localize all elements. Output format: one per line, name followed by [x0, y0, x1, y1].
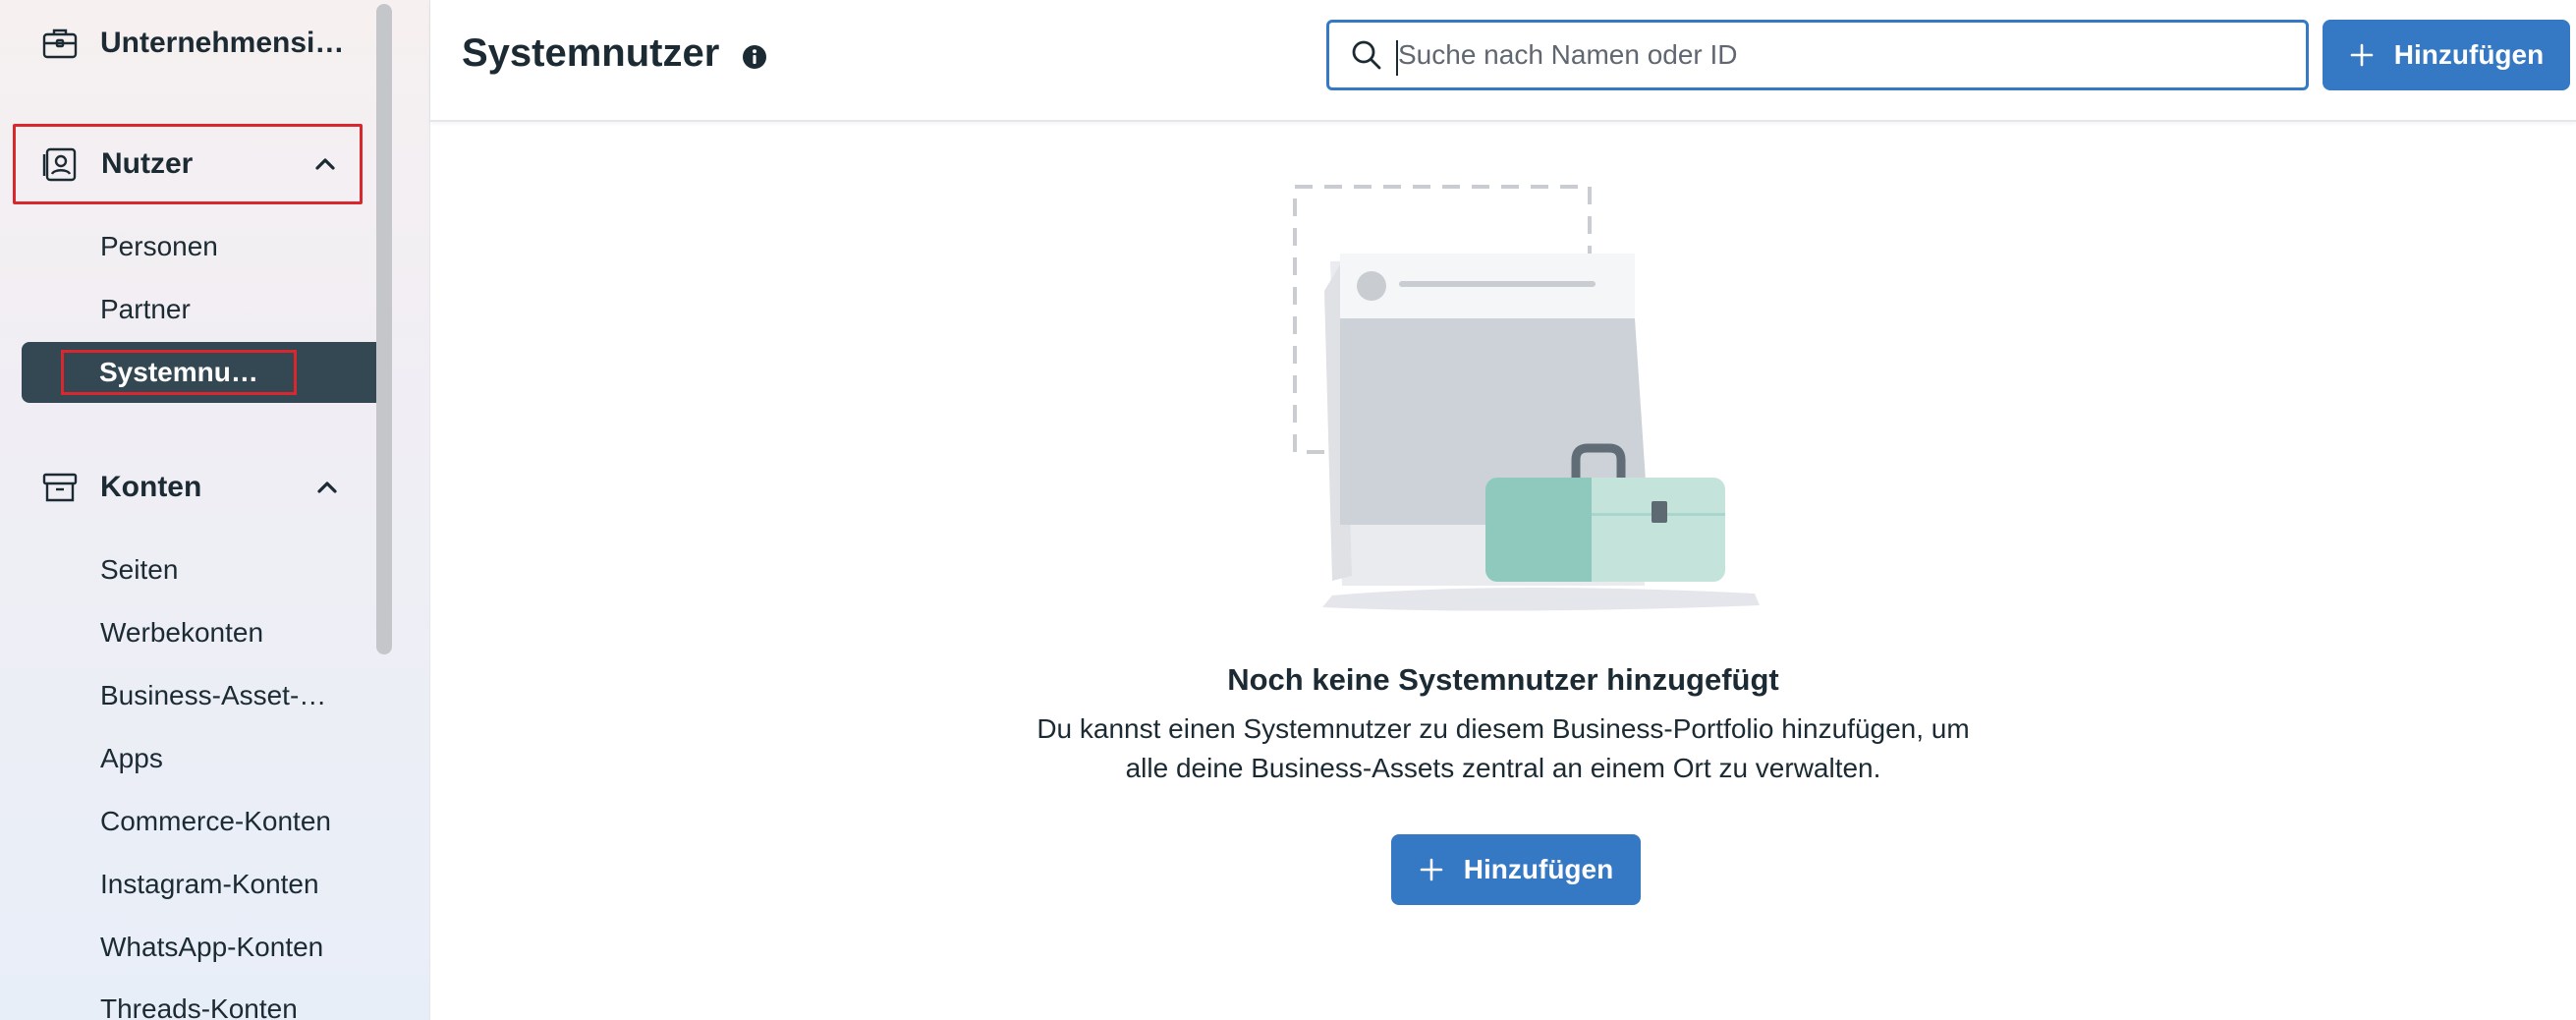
sidebar-section-company[interactable]: Unternehmensi… [14, 4, 362, 83]
id-badge-icon [40, 143, 82, 185]
sidebar-item-werbekonten[interactable]: Werbekonten [22, 602, 383, 663]
sidebar-item-label: Instagram-Konten [100, 869, 319, 899]
sidebar-item-apps[interactable]: Apps [22, 728, 383, 789]
sidebar-item-instagram-konten[interactable]: Instagram-Konten [22, 854, 383, 915]
add-button-label: Hinzufügen [2393, 39, 2545, 70]
sidebar-item-commerce-konten[interactable]: Commerce-Konten [22, 791, 383, 852]
archive-box-icon [39, 467, 81, 508]
sidebar-item-label: Partner [100, 294, 191, 324]
empty-state-illustration [1293, 185, 1760, 611]
sidebar-section-users[interactable]: Nutzer [13, 124, 363, 204]
empty-state-add-label: Hinzufügen [1463, 854, 1614, 884]
sidebar-section-accounts-label: Konten [100, 471, 202, 503]
sidebar-section-accounts[interactable]: Konten [14, 448, 362, 527]
empty-state-description: Du kannst einen Systemnutzer zu diesem B… [1036, 713, 1970, 783]
sidebar-item-personen[interactable]: Personen [22, 216, 383, 277]
sidebar-item-label: Business-Asset-… [100, 680, 327, 710]
sidebar-item-systemnutzer[interactable]: Systemnutzer [22, 342, 383, 403]
sidebar-item-label: Systemnutzer [61, 350, 297, 395]
sidebar-item-label: Personen [100, 231, 218, 261]
sidebar-item-whatsapp-konten[interactable]: WhatsApp-Konten [22, 917, 383, 978]
sidebar: Unternehmensi… Nutzer Personen Partner S… [0, 0, 430, 1020]
sidebar-section-users-label: Nutzer [101, 147, 194, 180]
chevron-up-icon[interactable] [310, 149, 340, 179]
search-icon [1349, 37, 1384, 73]
plus-icon [2349, 42, 2375, 68]
empty-state-add-button[interactable]: Hinzufügen [1391, 834, 1641, 905]
empty-state: Noch keine Systemnutzer hinzugefügt Du k… [430, 124, 2576, 1020]
briefcase-icon [39, 23, 81, 64]
search-input[interactable] [1398, 39, 2306, 71]
sidebar-item-label: Werbekonten [100, 617, 264, 648]
sidebar-item-label: WhatsApp-Konten [100, 932, 324, 962]
sidebar-item-label: Apps [100, 743, 163, 773]
sidebar-item-label: Seiten [100, 554, 179, 585]
info-icon[interactable] [741, 43, 768, 71]
empty-state-title: Noch keine Systemnutzer hinzugefügt [1227, 662, 1779, 697]
search-field[interactable] [1326, 20, 2309, 90]
plus-icon [1419, 857, 1444, 882]
sidebar-item-threads-konten[interactable]: Threads-Konten [22, 979, 383, 1020]
app-root: Unternehmensi… Nutzer Personen Partner S… [0, 0, 2576, 1020]
sidebar-item-label: Commerce-Konten [100, 806, 331, 836]
sidebar-item-partner[interactable]: Partner [22, 279, 383, 340]
page-title: Systemnutzer [462, 31, 720, 75]
sidebar-section-company-label: Unternehmensi… [100, 27, 345, 59]
sidebar-item-business-asset[interactable]: Business-Asset-… [22, 665, 383, 726]
chevron-up-icon[interactable] [312, 473, 342, 502]
sidebar-item-label: Threads-Konten [100, 993, 298, 1020]
sidebar-item-seiten[interactable]: Seiten [22, 539, 383, 600]
text-cursor [1396, 40, 1398, 76]
sidebar-scrollbar[interactable] [376, 4, 392, 654]
page-header: Systemnutzer Hinzufügen [430, 0, 2576, 122]
add-button[interactable]: Hinzufügen [2323, 20, 2570, 90]
